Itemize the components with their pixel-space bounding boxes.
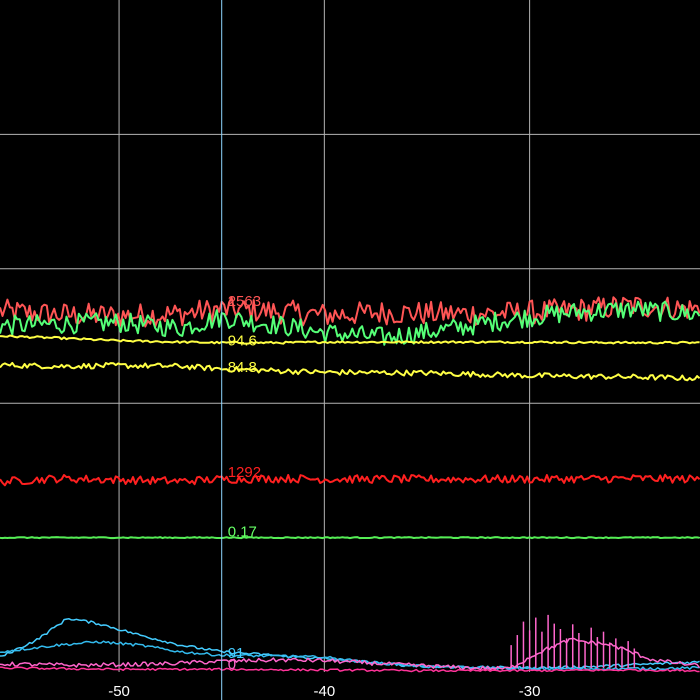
series-line-red-mid	[0, 473, 700, 487]
cursor-value-red-mid: 1292	[228, 464, 261, 481]
cursor-value-yellow-lower: 84.8	[228, 359, 257, 376]
chart: -50 -40 -30 256394.684.812920.17910	[0, 0, 700, 700]
series-line-pink	[0, 637, 700, 671]
series-line-yellow-lower	[0, 361, 700, 382]
x-tick-label: -40	[313, 683, 335, 700]
series-lines	[0, 296, 700, 673]
cursor-value-red-top: 2563	[228, 293, 261, 310]
x-tick-label: -30	[519, 683, 541, 700]
cursor-value-yellow-upper: 94.6	[228, 333, 257, 350]
cursor-value-green-flat: 0.17	[228, 524, 257, 541]
series-line-green-top	[0, 300, 700, 346]
x-tick-label: -50	[108, 683, 130, 700]
x-axis-tick-labels: -50 -40 -30	[108, 683, 540, 700]
series-line-green-flat	[0, 536, 700, 540]
series-line-cyan-2	[0, 640, 700, 671]
cursor-value-pink: 0	[228, 656, 236, 673]
